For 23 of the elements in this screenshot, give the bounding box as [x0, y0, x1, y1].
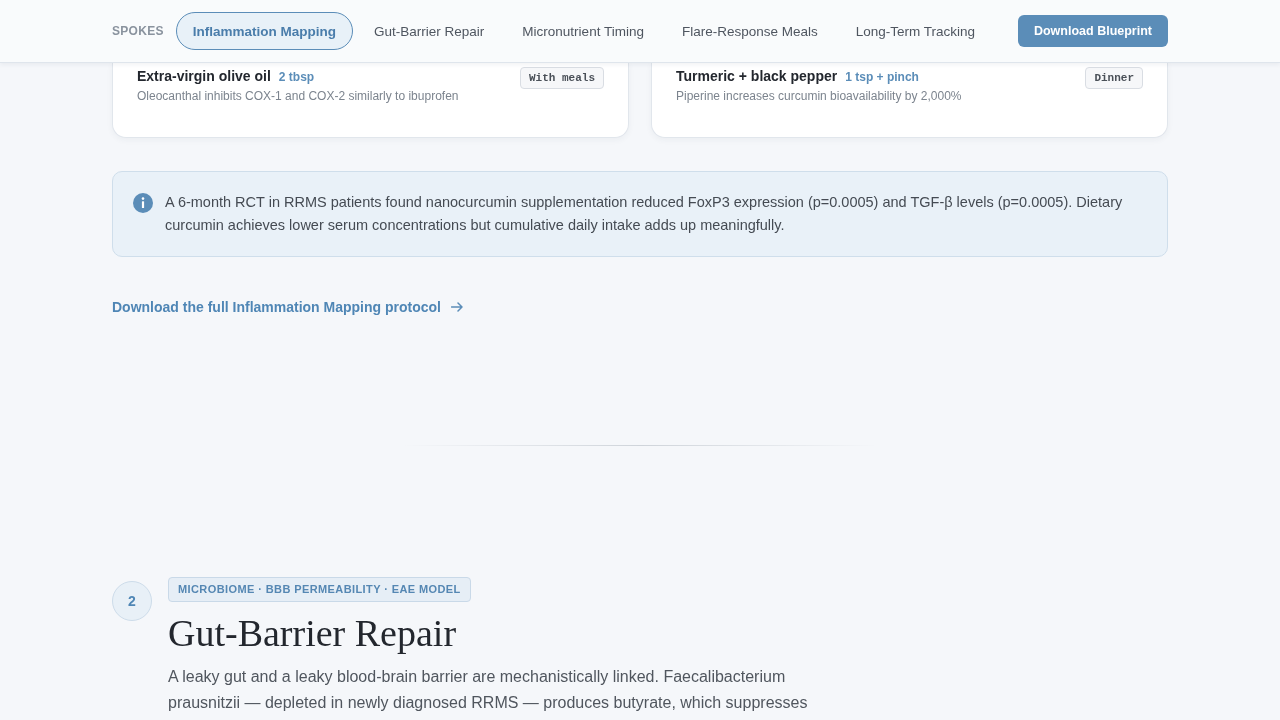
arrow-right-icon — [451, 302, 463, 312]
nav-label: SPOKES — [112, 24, 164, 38]
nav-tab[interactable]: Inflammation Mapping — [175, 12, 354, 50]
nav-tab[interactable]: Long-Term Tracking — [838, 12, 993, 50]
section-number: 2 — [112, 581, 152, 621]
food-dose: 2 tbsp — [278, 69, 315, 86]
nav-tab[interactable]: Micronutrient Timing — [505, 12, 661, 50]
topic-tags: MICROBIOME · BBB PERMEABILITY · EAE MODEL — [168, 577, 471, 602]
download-blueprint-button[interactable]: Download Blueprint — [1017, 15, 1168, 47]
timing-tag: With meals — [520, 67, 604, 89]
food-name: Extra-virgin olive oil — [137, 67, 271, 85]
download-protocol-link[interactable]: Download the full Inflammation Mapping protocol — [112, 298, 463, 316]
info-icon — [133, 193, 153, 213]
nav-tab[interactable]: Flare-Response Meals — [664, 12, 835, 50]
timing-tag: Dinner — [1085, 67, 1143, 89]
section-title: Gut-Barrier Repair — [168, 611, 457, 656]
food-dose: 1 tsp + pinch — [845, 69, 919, 86]
nav-tab[interactable]: Gut-Barrier Repair — [357, 12, 502, 50]
food-name: Turmeric + black pepper — [676, 67, 838, 85]
callout-text: A 6-month RCT in RRMS patients found nanocurcumin supplementation reduced FoxP3 expression (p=0.0005) and TGF-β levels (p=0.0005). Dietary curcumin achieves lower serum concentrations but cumulative daily intake adds up meaningfully. — [165, 193, 1124, 235]
food-note: Piperine increases curcumin bioavailability by 2,000% — [676, 88, 962, 104]
section-paragraph: A leaky gut and a leaky blood-brain barrier are mechanistically linked. Faecalibacterium prausnitzii — depleted in newly diagnosed RRMS — produces butyrate, which suppresses — [168, 667, 809, 713]
food-note: Oleocanthal inhibits COX-1 and COX-2 similarly to ibuprofen — [137, 88, 459, 104]
